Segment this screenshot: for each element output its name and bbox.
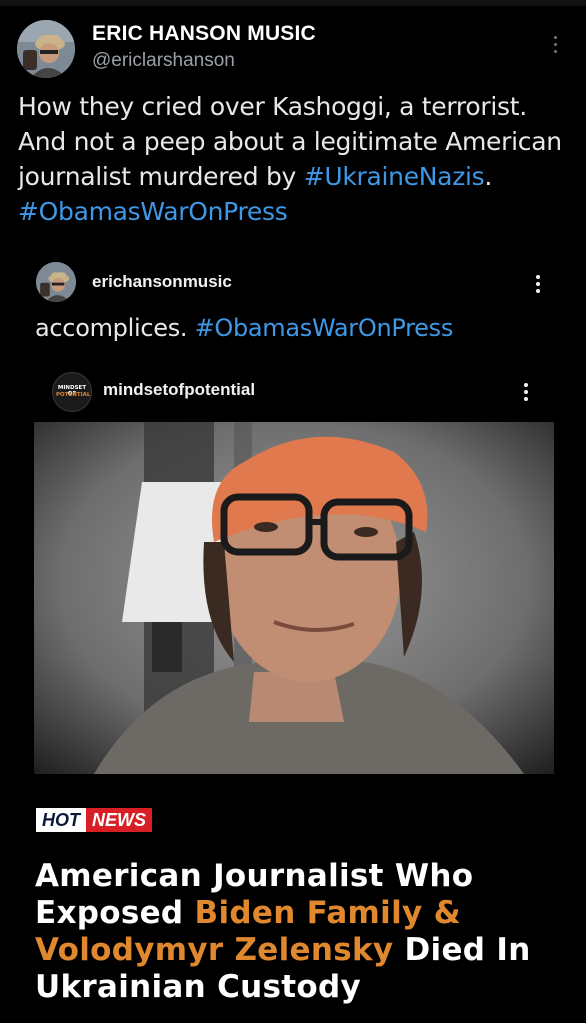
author-name[interactable]: ERIC HANSON MUSIC [92, 22, 316, 46]
hashtag-link[interactable]: #UkraineNazis [304, 162, 485, 191]
logo-text-line2: POTENTIAL [56, 392, 91, 398]
hot-news-badge: HOT NEWS [36, 808, 152, 832]
reel-video-thumbnail[interactable] [34, 422, 554, 774]
author-handle[interactable]: @ericlarshanson [92, 50, 235, 72]
reel-username[interactable]: mindsetofpotential [103, 380, 255, 400]
badge-hot-label: HOT [36, 808, 86, 832]
reel-more-options-icon[interactable] [518, 378, 534, 406]
video-frame-image [34, 422, 554, 774]
embedded-more-options-icon[interactable] [530, 270, 546, 298]
caption-text: accomplices. [35, 314, 195, 342]
embedded-user-avatar[interactable] [36, 262, 76, 302]
hashtag-link[interactable]: #ObamasWarOnPress [18, 197, 288, 226]
badge-news-label: NEWS [86, 808, 152, 832]
post-more-options-icon[interactable] [548, 30, 564, 58]
post-text: How they cried over Kashoggi, a terroris… [18, 89, 578, 229]
embedded-caption: accomplices. #ObamasWarOnPress [35, 314, 453, 342]
reel-user-avatar[interactable]: MINDSET OF POTENTIAL [52, 372, 92, 412]
embedded-username[interactable]: erichansonmusic [92, 272, 232, 292]
reel-headline: American Journalist Who Exposed Biden Fa… [35, 858, 555, 1006]
post-text-part2: . [484, 162, 493, 191]
author-avatar[interactable] [17, 20, 75, 78]
hashtag-link[interactable]: #ObamasWarOnPress [195, 314, 454, 342]
top-divider [0, 0, 586, 6]
